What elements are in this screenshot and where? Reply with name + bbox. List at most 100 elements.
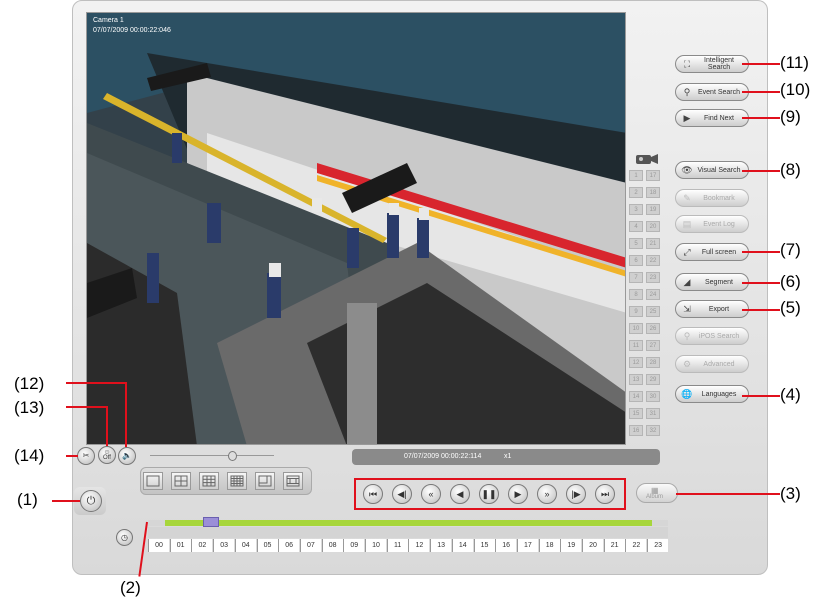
channel-button-12[interactable]: 12 [629, 357, 643, 368]
channel-button-32[interactable]: 32 [646, 425, 660, 436]
advanced-button[interactable]: ⚙ Advanced [675, 355, 749, 373]
layout-1-button[interactable] [143, 472, 163, 490]
timeline-hour[interactable]: 16 [495, 539, 517, 552]
speaker-icon: 🔈 [122, 451, 132, 460]
channel-button-9[interactable]: 9 [629, 306, 643, 317]
channel-button-29[interactable]: 29 [646, 374, 660, 385]
event-log-button[interactable]: ▤ Event Log [675, 215, 749, 233]
event-search-button[interactable]: ⚲ Event Search [675, 83, 749, 101]
bookmark-button[interactable]: ✎ Bookmark [675, 189, 749, 207]
channel-button-14[interactable]: 14 [629, 391, 643, 402]
visual-search-button[interactable]: 👁 Visual Search [675, 161, 749, 179]
timeline-hour[interactable]: 07 [299, 539, 321, 552]
callout-line-11 [742, 63, 780, 65]
timeline-hour[interactable]: 21 [603, 539, 625, 552]
channel-button-18[interactable]: 18 [646, 187, 660, 198]
layout-4-button[interactable] [171, 472, 191, 490]
channel-button-27[interactable]: 27 [646, 340, 660, 351]
channel-button-25[interactable]: 25 [646, 306, 660, 317]
timeline-hour[interactable]: 13 [430, 539, 452, 552]
callout-7: (7) [780, 240, 801, 259]
channel-button-8[interactable]: 8 [629, 289, 643, 300]
timeline-hour[interactable]: 00 [148, 539, 169, 552]
callout-8: (8) [780, 160, 801, 179]
audio-button[interactable]: 🔈 [118, 447, 136, 465]
status-time: 07/07/2009 00:00:22:114 [404, 453, 482, 460]
find-next-button[interactable]: ▶ Find Next [675, 109, 749, 127]
timeline-hour[interactable]: 15 [473, 539, 495, 552]
full-screen-button[interactable]: ⤢ Full screen [675, 243, 749, 261]
channel-button-30[interactable]: 30 [646, 391, 660, 402]
channel-button-5[interactable]: 5 [629, 238, 643, 249]
callout-line-4 [742, 395, 780, 397]
timeline-hour[interactable]: 04 [234, 539, 256, 552]
timeline-hour[interactable]: 14 [451, 539, 473, 552]
channel-button-22[interactable]: 22 [646, 255, 660, 266]
callout-1: (1) [17, 490, 38, 509]
volume-slider[interactable] [150, 455, 274, 456]
video-scene [87, 13, 625, 444]
channel-button-26[interactable]: 26 [646, 323, 660, 334]
power-button[interactable]: ⏻ [80, 490, 102, 512]
timeline-hour[interactable]: 02 [191, 539, 213, 552]
timeline-hour[interactable]: 23 [647, 539, 669, 552]
channel-button-31[interactable]: 31 [646, 408, 660, 419]
callout-line-6 [742, 282, 780, 284]
ipos-search-button[interactable]: ⚲ iPOS Search [675, 327, 749, 345]
layout-16-button[interactable] [227, 472, 247, 490]
channel-button-28[interactable]: 28 [646, 357, 660, 368]
channel-button-4[interactable]: 4 [629, 221, 643, 232]
timeline-hour[interactable]: 17 [516, 539, 538, 552]
channel-button-23[interactable]: 23 [646, 272, 660, 283]
channel-button-13[interactable]: 13 [629, 374, 643, 385]
timeline-hour[interactable]: 18 [538, 539, 560, 552]
channel-button-7[interactable]: 7 [629, 272, 643, 283]
video-display: Camera 1 07/07/2009 00:00:22:046 [86, 12, 626, 445]
intelligent-search-button[interactable]: ⛶ Intelligent Search [675, 55, 749, 73]
callout-line-7 [742, 251, 780, 253]
channel-button-17[interactable]: 17 [646, 170, 660, 181]
channel-button-19[interactable]: 19 [646, 204, 660, 215]
callout-line-5 [742, 309, 780, 311]
callout-line-3 [676, 493, 780, 495]
timeline-hour[interactable]: 20 [582, 539, 603, 552]
deinterlace-off-button[interactable]: Off ☺ [98, 446, 116, 464]
volume-slider-handle[interactable] [228, 451, 237, 461]
timeline-hour[interactable]: 22 [625, 539, 647, 552]
channel-button-11[interactable]: 11 [629, 340, 643, 351]
channel-button-10[interactable]: 10 [629, 323, 643, 334]
channel-button-21[interactable]: 21 [646, 238, 660, 249]
channel-button-6[interactable]: 6 [629, 255, 643, 266]
layout-6-button[interactable] [255, 472, 275, 490]
layout-9-button[interactable] [199, 472, 219, 490]
timeline-hour[interactable]: 03 [213, 539, 235, 552]
timeline-hour[interactable]: 09 [343, 539, 365, 552]
layout-13-button[interactable] [283, 472, 303, 490]
timeline-hour[interactable]: 06 [278, 539, 300, 552]
channel-button-1[interactable]: 1 [629, 170, 643, 181]
languages-button[interactable]: 🌐 Languages [675, 385, 749, 403]
channel-button-16[interactable]: 16 [629, 425, 643, 436]
full-screen-icon: ⤢ [683, 247, 691, 257]
timeline-hour[interactable]: 10 [365, 539, 386, 552]
channel-button-20[interactable]: 20 [646, 221, 660, 232]
channel-button-2[interactable]: 2 [629, 187, 643, 198]
snapshot-button[interactable]: ✂ [77, 447, 95, 465]
status-speed: x1 [504, 453, 512, 460]
callout-line-8 [742, 170, 780, 172]
timeline-hour[interactable]: 01 [169, 539, 191, 552]
channel-button-3[interactable]: 3 [629, 204, 643, 215]
timeline-hour[interactable]: 12 [408, 539, 430, 552]
channel-button-15[interactable]: 15 [629, 408, 643, 419]
timeline-hour[interactable]: 19 [560, 539, 582, 552]
status-bar: 07/07/2009 00:00:22:114 x1 [352, 449, 660, 465]
channel-button-24[interactable]: 24 [646, 289, 660, 300]
export-button[interactable]: ⇲ Export [675, 300, 749, 318]
timeline-clock-button[interactable]: ◷ [116, 529, 133, 546]
segment-button[interactable]: ◢ Segment [675, 273, 749, 291]
timeline-hour[interactable]: 11 [386, 539, 408, 552]
timeline-hour[interactable]: 05 [256, 539, 278, 552]
album-button[interactable]: ▦ Album [636, 483, 678, 503]
timeline-hour[interactable]: 08 [321, 539, 343, 552]
timeline-marker[interactable] [203, 517, 219, 527]
